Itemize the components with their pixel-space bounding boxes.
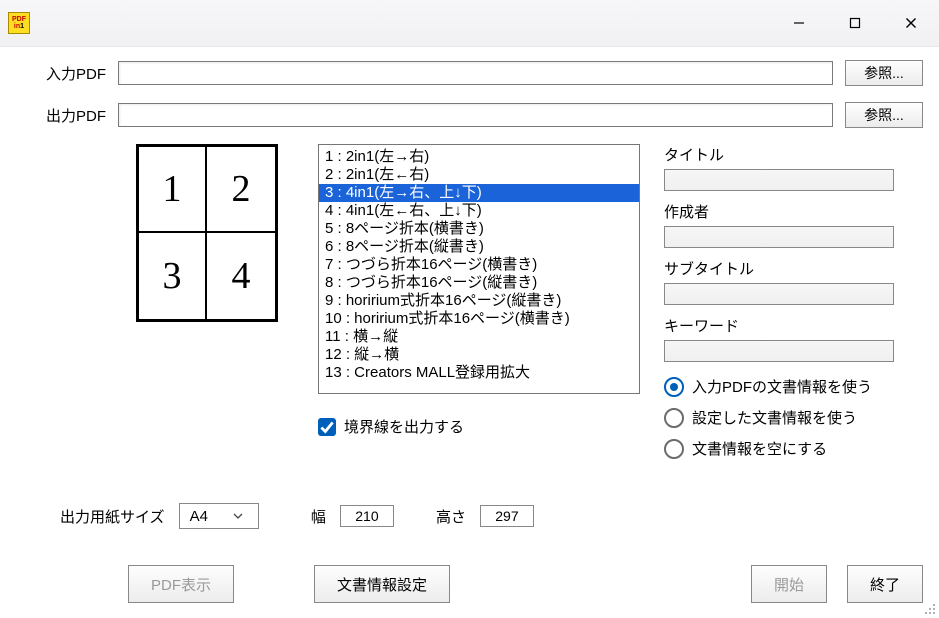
- app-window: PDF in1 入力PDF 参照... 出力PDF 参照...: [0, 0, 939, 618]
- author-field[interactable]: [664, 226, 894, 248]
- input-pdf-label: 入力PDF: [16, 63, 118, 84]
- titlebar: PDF in1: [0, 0, 939, 47]
- layout-option-2[interactable]: 2 : 2in1(左←右): [319, 166, 639, 184]
- layout-option-12[interactable]: 12 : 縦→横: [319, 346, 639, 364]
- input-pdf-field[interactable]: [118, 61, 833, 85]
- subtitle-field[interactable]: [664, 283, 894, 305]
- border-checkbox-row[interactable]: 境界線を出力する: [318, 416, 640, 437]
- title-field-label: タイトル: [664, 144, 923, 165]
- close-button[interactable]: [883, 0, 939, 46]
- docinfo-radio-label: 設定した文書情報を使う: [692, 407, 857, 428]
- app-icon: PDF in1: [8, 12, 30, 34]
- layout-option-4[interactable]: 4 : 4in1(左←右、上↓下): [319, 202, 639, 220]
- docinfo-radio-label: 文書情報を空にする: [692, 438, 827, 459]
- docinfo-set-button[interactable]: 文書情報設定: [314, 565, 450, 603]
- border-checkbox-label: 境界線を出力する: [344, 416, 464, 437]
- radio-icon: [664, 408, 684, 428]
- keywords-field[interactable]: [664, 340, 894, 362]
- maximize-button[interactable]: [827, 0, 883, 46]
- radio-icon: [664, 377, 684, 397]
- layout-option-5[interactable]: 5 : 8ページ折本(横書き): [319, 220, 639, 238]
- layout-option-8[interactable]: 8 : つづら折本16ページ(縦書き): [319, 274, 639, 292]
- resize-grip[interactable]: [922, 601, 936, 615]
- layout-option-13[interactable]: 13 : Creators MALL登録用拡大: [319, 364, 639, 382]
- paper-size-combo[interactable]: A4: [179, 503, 259, 529]
- docinfo-radio-3[interactable]: 文書情報を空にする: [664, 438, 923, 459]
- docinfo-radio-1[interactable]: 入力PDFの文書情報を使う: [664, 376, 923, 397]
- height-label: 高さ: [436, 506, 466, 527]
- preview-cell-2: 2: [207, 147, 275, 233]
- exit-button[interactable]: 終了: [847, 565, 923, 603]
- height-field[interactable]: [480, 505, 534, 527]
- border-checkbox[interactable]: [318, 418, 336, 436]
- layout-option-3[interactable]: 3 : 4in1(左→右、上↓下): [319, 184, 639, 202]
- subtitle-field-label: サブタイトル: [664, 258, 923, 279]
- layout-option-7[interactable]: 7 : つづら折本16ページ(横書き): [319, 256, 639, 274]
- radio-icon: [664, 439, 684, 459]
- preview-cell-1: 1: [139, 147, 207, 233]
- width-label: 幅: [311, 506, 326, 527]
- paper-size-label: 出力用紙サイズ: [16, 506, 165, 527]
- layout-preview: 1 2 3 4: [136, 144, 278, 322]
- layout-option-9[interactable]: 9 : horirium式折本16ページ(縦書き): [319, 292, 639, 310]
- docinfo-radio-label: 入力PDFの文書情報を使う: [692, 376, 872, 397]
- title-field[interactable]: [664, 169, 894, 191]
- layout-option-10[interactable]: 10 : horirium式折本16ページ(横書き): [319, 310, 639, 328]
- minimize-button[interactable]: [771, 0, 827, 46]
- paper-size-value: A4: [180, 508, 218, 525]
- width-field[interactable]: [340, 505, 394, 527]
- output-pdf-field[interactable]: [118, 103, 833, 127]
- author-field-label: 作成者: [664, 201, 923, 222]
- layout-listbox[interactable]: 1 : 2in1(左→右)2 : 2in1(左←右)3 : 4in1(左→右、上…: [318, 144, 640, 394]
- pdf-view-button[interactable]: PDF表示: [128, 565, 234, 603]
- preview-cell-3: 3: [139, 233, 207, 319]
- preview-cell-4: 4: [207, 233, 275, 319]
- chevron-down-icon: [218, 513, 258, 519]
- layout-option-6[interactable]: 6 : 8ページ折本(縦書き): [319, 238, 639, 256]
- docinfo-radio-group: 入力PDFの文書情報を使う設定した文書情報を使う文書情報を空にする: [664, 376, 923, 459]
- input-browse-button[interactable]: 参照...: [845, 60, 923, 86]
- keywords-field-label: キーワード: [664, 315, 923, 336]
- layout-option-1[interactable]: 1 : 2in1(左→右): [319, 148, 639, 166]
- layout-option-11[interactable]: 11 : 横→縦: [319, 328, 639, 346]
- start-button[interactable]: 開始: [751, 565, 827, 603]
- output-pdf-label: 出力PDF: [16, 105, 118, 126]
- output-browse-button[interactable]: 参照...: [845, 102, 923, 128]
- docinfo-radio-2[interactable]: 設定した文書情報を使う: [664, 407, 923, 428]
